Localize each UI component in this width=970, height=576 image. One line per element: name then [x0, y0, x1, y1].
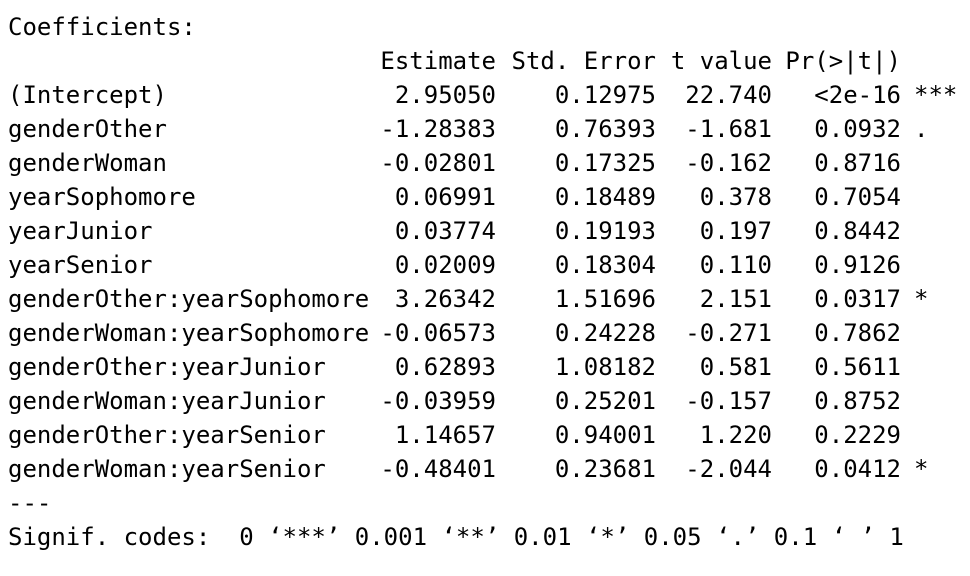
t-value-cell: 0.197	[699, 217, 772, 245]
term-cell: genderOther	[8, 115, 167, 143]
coefficients-title: Coefficients:	[8, 13, 196, 41]
estimate-cell: -1.28383	[380, 115, 496, 143]
t-value-cell: 1.220	[699, 421, 772, 449]
p-value-cell: 0.9126	[814, 251, 901, 279]
p-value-cell: <2e-16	[814, 81, 901, 109]
estimate-cell: 0.02009	[394, 251, 496, 279]
regression-output: Coefficients: Estimate Std. Error t valu…	[0, 0, 970, 576]
term-cell: genderOther:yearJunior	[8, 353, 326, 381]
p-value-cell: 0.7862	[814, 319, 901, 347]
t-value-cell: -1.681	[685, 115, 772, 143]
separator: ---	[8, 489, 52, 517]
term-cell: genderOther:yearSenior	[8, 421, 326, 449]
t-value-cell: 0.581	[699, 353, 772, 381]
std-error-cell: 0.18489	[554, 183, 656, 211]
t-value-cell: 0.110	[699, 251, 772, 279]
t-value-cell: 22.740	[685, 81, 772, 109]
signif-cell: *	[914, 455, 929, 483]
signif-codes: Signif. codes: 0 ‘***’ 0.001 ‘**’ 0.01 ‘…	[8, 523, 904, 551]
signif-cell: ***	[914, 81, 958, 109]
estimate-cell: -0.03959	[380, 387, 496, 415]
signif-cell: *	[914, 285, 929, 313]
std-error-cell: 0.24228	[554, 319, 656, 347]
std-error-cell: 1.08182	[554, 353, 656, 381]
p-value-cell: 0.7054	[814, 183, 901, 211]
std-error-cell: 0.94001	[554, 421, 656, 449]
std-error-cell: 0.18304	[554, 251, 656, 279]
term-cell: yearSophomore	[8, 183, 196, 211]
estimate-cell: -0.48401	[380, 455, 496, 483]
p-value-cell: 0.8442	[814, 217, 901, 245]
std-error-cell: 0.25201	[554, 387, 656, 415]
header-t-value: t value	[670, 47, 772, 75]
header-p-value: Pr(>|t|)	[785, 47, 901, 75]
term-cell: genderWoman	[8, 149, 167, 177]
estimate-cell: -0.02801	[380, 149, 496, 177]
estimate-cell: 0.03774	[394, 217, 496, 245]
estimate-cell: 0.06991	[394, 183, 496, 211]
estimate-cell: -0.06573	[380, 319, 496, 347]
t-value-cell: 0.378	[699, 183, 772, 211]
signif-cell: .	[914, 115, 929, 143]
p-value-cell: 0.0932	[814, 115, 901, 143]
header-estimate: Estimate	[380, 47, 496, 75]
t-value-cell: 2.151	[699, 285, 772, 313]
term-cell: genderWoman:yearJunior	[8, 387, 326, 415]
std-error-cell: 1.51696	[554, 285, 656, 313]
std-error-cell: 0.23681	[554, 455, 656, 483]
term-cell: genderOther:yearSophomore	[8, 285, 370, 313]
term-cell: yearJunior	[8, 217, 153, 245]
estimate-cell: 1.14657	[394, 421, 496, 449]
p-value-cell: 0.2229	[814, 421, 901, 449]
t-value-cell: -2.044	[685, 455, 772, 483]
t-value-cell: -0.162	[685, 149, 772, 177]
std-error-cell: 0.17325	[554, 149, 656, 177]
estimate-cell: 2.95050	[394, 81, 496, 109]
t-value-cell: -0.271	[685, 319, 772, 347]
std-error-cell: 0.12975	[554, 81, 656, 109]
t-value-cell: -0.157	[685, 387, 772, 415]
p-value-cell: 0.8716	[814, 149, 901, 177]
header-std-error: Std. Error	[511, 47, 657, 75]
term-cell: (Intercept)	[8, 81, 167, 109]
term-cell: yearSenior	[8, 251, 153, 279]
std-error-cell: 0.76393	[554, 115, 656, 143]
term-cell: genderWoman:yearSenior	[8, 455, 326, 483]
estimate-cell: 3.26342	[394, 285, 496, 313]
estimate-cell: 0.62893	[394, 353, 496, 381]
term-cell: genderWoman:yearSophomore	[8, 319, 370, 347]
p-value-cell: 0.0412	[814, 455, 901, 483]
std-error-cell: 0.19193	[554, 217, 656, 245]
p-value-cell: 0.5611	[814, 353, 901, 381]
p-value-cell: 0.8752	[814, 387, 901, 415]
p-value-cell: 0.0317	[814, 285, 901, 313]
